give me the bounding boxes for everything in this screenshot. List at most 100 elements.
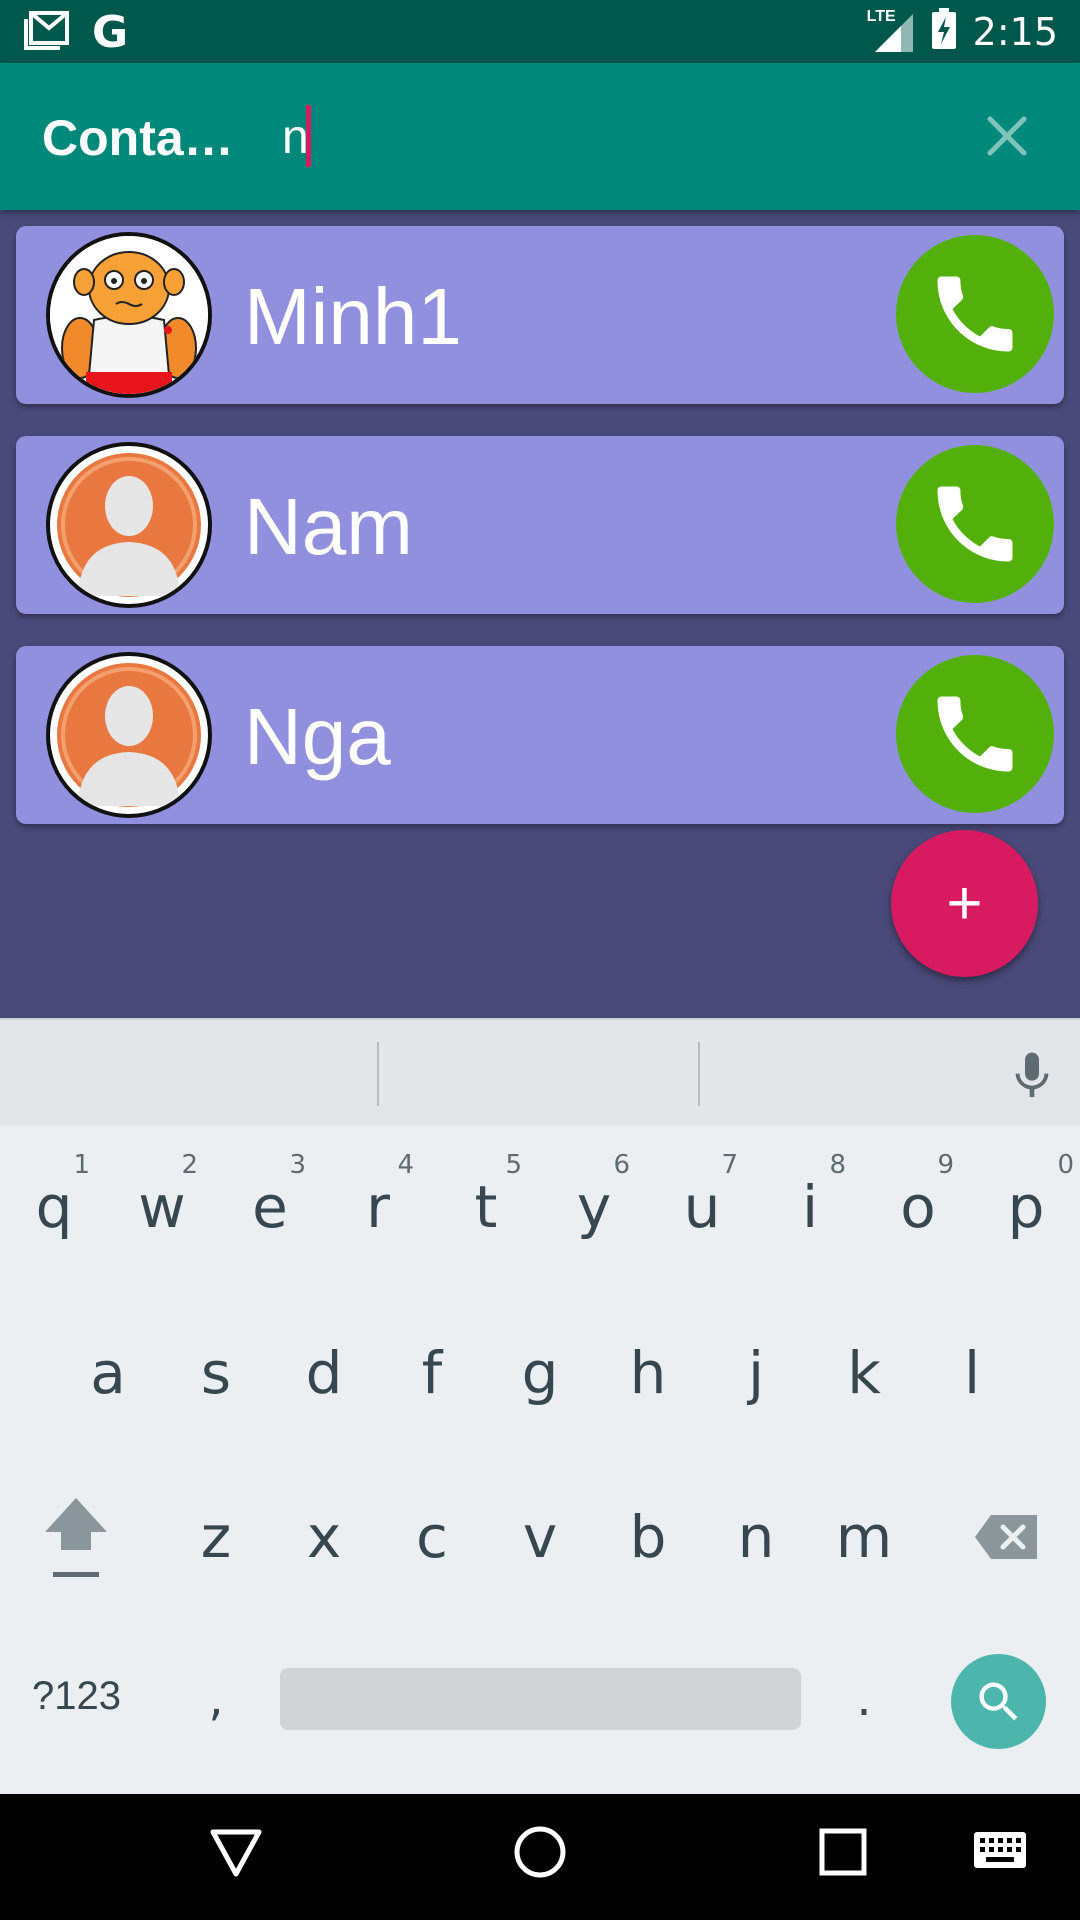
key-hint: 1 — [73, 1150, 90, 1180]
backspace-icon — [975, 1515, 1037, 1559]
key-o[interactable]: 9o — [864, 1132, 972, 1282]
key-hint: 7 — [721, 1150, 738, 1180]
key-label: g — [521, 1339, 559, 1407]
call-button[interactable] — [896, 445, 1054, 603]
key-b[interactable]: b — [594, 1462, 702, 1612]
key-n[interactable]: n — [702, 1462, 810, 1612]
key-i[interactable]: 8i — [756, 1132, 864, 1282]
key-label: b — [629, 1503, 667, 1571]
key-hint: 4 — [397, 1150, 414, 1180]
key-u[interactable]: 7u — [648, 1132, 756, 1282]
key-label: w — [138, 1173, 186, 1241]
period-key[interactable]: . — [810, 1624, 918, 1774]
key-h[interactable]: h — [594, 1298, 702, 1448]
key-q[interactable]: 1q — [0, 1132, 108, 1282]
key-l[interactable]: l — [918, 1298, 1026, 1448]
key-hint: 3 — [289, 1150, 306, 1180]
key-m[interactable]: m — [810, 1462, 918, 1612]
gmail-icon — [24, 10, 70, 55]
key-g[interactable]: g — [486, 1298, 594, 1448]
add-label: + — [946, 869, 983, 938]
backspace-key[interactable] — [952, 1462, 1060, 1612]
keyboard-icon — [974, 1832, 1026, 1868]
back-triangle-icon — [210, 1829, 262, 1877]
clock: 2:15 — [972, 9, 1058, 54]
key-label: j — [747, 1339, 765, 1407]
key-d[interactable]: d — [270, 1298, 378, 1448]
key-a[interactable]: a — [54, 1298, 162, 1448]
key-label: m — [835, 1503, 893, 1571]
home-circle-icon — [514, 1826, 566, 1878]
back-button[interactable] — [208, 1824, 264, 1885]
symbols-key[interactable]: ?123 — [32, 1674, 121, 1719]
key-label: k — [847, 1339, 881, 1407]
default-person-avatar — [46, 652, 212, 818]
shift-key[interactable] — [22, 1462, 130, 1612]
key-hint: 9 — [937, 1150, 954, 1180]
contact-name: Nam — [244, 482, 413, 571]
key-label: s — [200, 1339, 232, 1407]
key-label: d — [305, 1339, 343, 1407]
contact-name: Minh1 — [244, 272, 462, 361]
key-label: u — [683, 1173, 721, 1241]
status-bar: G LTE 2:15 — [0, 0, 1080, 63]
key-label: . — [856, 1671, 872, 1727]
key-label: o — [900, 1173, 936, 1241]
key-v[interactable]: v — [486, 1462, 594, 1612]
key-label: r — [366, 1173, 390, 1241]
add-contact-button[interactable]: + — [891, 830, 1038, 977]
text-cursor — [306, 105, 311, 167]
phone-icon — [937, 486, 1013, 562]
call-button[interactable] — [896, 655, 1054, 813]
key-hint: 0 — [1057, 1150, 1074, 1180]
clear-search-button[interactable] — [976, 105, 1038, 167]
key-x[interactable]: x — [270, 1462, 378, 1612]
search-action-key[interactable] — [951, 1654, 1046, 1749]
key-label: l — [963, 1339, 981, 1407]
contact-name: Nga — [244, 692, 391, 781]
call-button[interactable] — [896, 235, 1054, 393]
contact-card[interactable]: Minh1 — [16, 226, 1064, 404]
cartoon-avatar — [46, 232, 212, 398]
key-c[interactable]: c — [378, 1462, 486, 1612]
key-w[interactable]: 2w — [108, 1132, 216, 1282]
key-label: f — [421, 1339, 443, 1407]
google-icon: G — [92, 6, 129, 58]
key-t[interactable]: 5t — [432, 1132, 540, 1282]
key-hint: 6 — [613, 1150, 630, 1180]
search-input[interactable] — [270, 101, 950, 173]
key-label: n — [737, 1503, 775, 1571]
phone-icon — [937, 696, 1013, 772]
key-label: t — [474, 1173, 498, 1241]
default-person-avatar — [46, 442, 212, 608]
soft-keyboard: 1q 2w 3e 4r 5t 6y 7u 8i 9o 0p a s d f g … — [0, 1018, 1080, 1794]
key-f[interactable]: f — [378, 1298, 486, 1448]
keyboard-switch-button[interactable] — [972, 1830, 1028, 1875]
key-label: , — [208, 1671, 224, 1727]
key-z[interactable]: z — [162, 1462, 270, 1612]
key-label: q — [35, 1173, 73, 1241]
key-j[interactable]: j — [702, 1298, 810, 1448]
app-title: Conta… — [42, 110, 234, 166]
space-key[interactable] — [280, 1668, 801, 1730]
contact-card[interactable]: Nga — [16, 646, 1064, 824]
recents-button[interactable] — [818, 1824, 868, 1885]
key-label: y — [576, 1173, 612, 1241]
key-r[interactable]: 4r — [324, 1132, 432, 1282]
mic-icon[interactable] — [1004, 1048, 1060, 1109]
key-s[interactable]: s — [162, 1298, 270, 1448]
home-button[interactable] — [512, 1824, 568, 1885]
key-p[interactable]: 0p — [972, 1132, 1080, 1282]
key-label: e — [252, 1173, 288, 1241]
comma-key[interactable]: , — [162, 1624, 270, 1774]
close-icon — [987, 116, 1027, 156]
key-hint: 5 — [505, 1150, 522, 1180]
shift-icon — [45, 1498, 107, 1577]
divider — [698, 1042, 700, 1106]
contact-card[interactable]: Nam — [16, 436, 1064, 614]
key-label: v — [522, 1503, 558, 1571]
key-e[interactable]: 3e — [216, 1132, 324, 1282]
key-y[interactable]: 6y — [540, 1132, 648, 1282]
phone-icon — [937, 276, 1013, 352]
key-k[interactable]: k — [810, 1298, 918, 1448]
